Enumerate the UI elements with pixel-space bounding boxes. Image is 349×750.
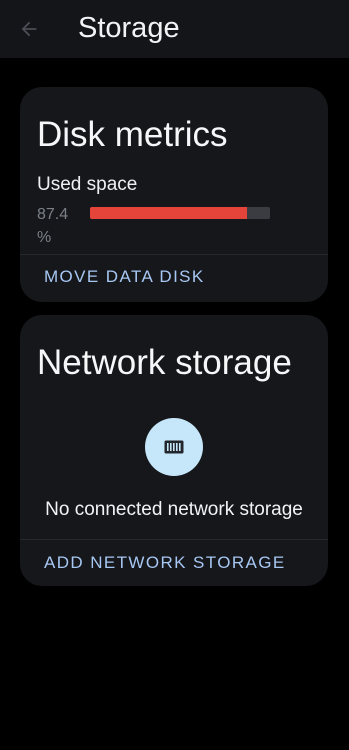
disk-metrics-card: Disk metrics Used space 87.4 % MOVE DATA… — [20, 87, 328, 302]
page-title: Storage — [78, 12, 180, 44]
arrow-left-icon — [21, 21, 37, 37]
divider — [20, 254, 328, 255]
add-network-storage-button[interactable]: ADD NETWORK STORAGE — [44, 552, 286, 574]
network-storage-title: Network storage — [37, 343, 292, 382]
used-space-progress-bar — [90, 207, 270, 219]
back-button[interactable] — [14, 14, 44, 44]
used-space-value: 87.4 % — [37, 206, 69, 246]
nas-drive-icon — [164, 440, 184, 454]
empty-state-message: No connected network storage — [45, 499, 303, 520]
app-bar: Storage — [0, 0, 349, 58]
disk-metrics-title: Disk metrics — [37, 115, 228, 154]
used-space-progress-fill — [90, 207, 248, 219]
move-data-disk-button[interactable]: MOVE DATA DISK — [44, 266, 205, 288]
network-storage-card: Network storage No connected network sto… — [20, 315, 328, 586]
divider — [20, 539, 328, 540]
used-space-label: Used space — [37, 174, 138, 195]
network-storage-icon-container — [145, 418, 203, 476]
